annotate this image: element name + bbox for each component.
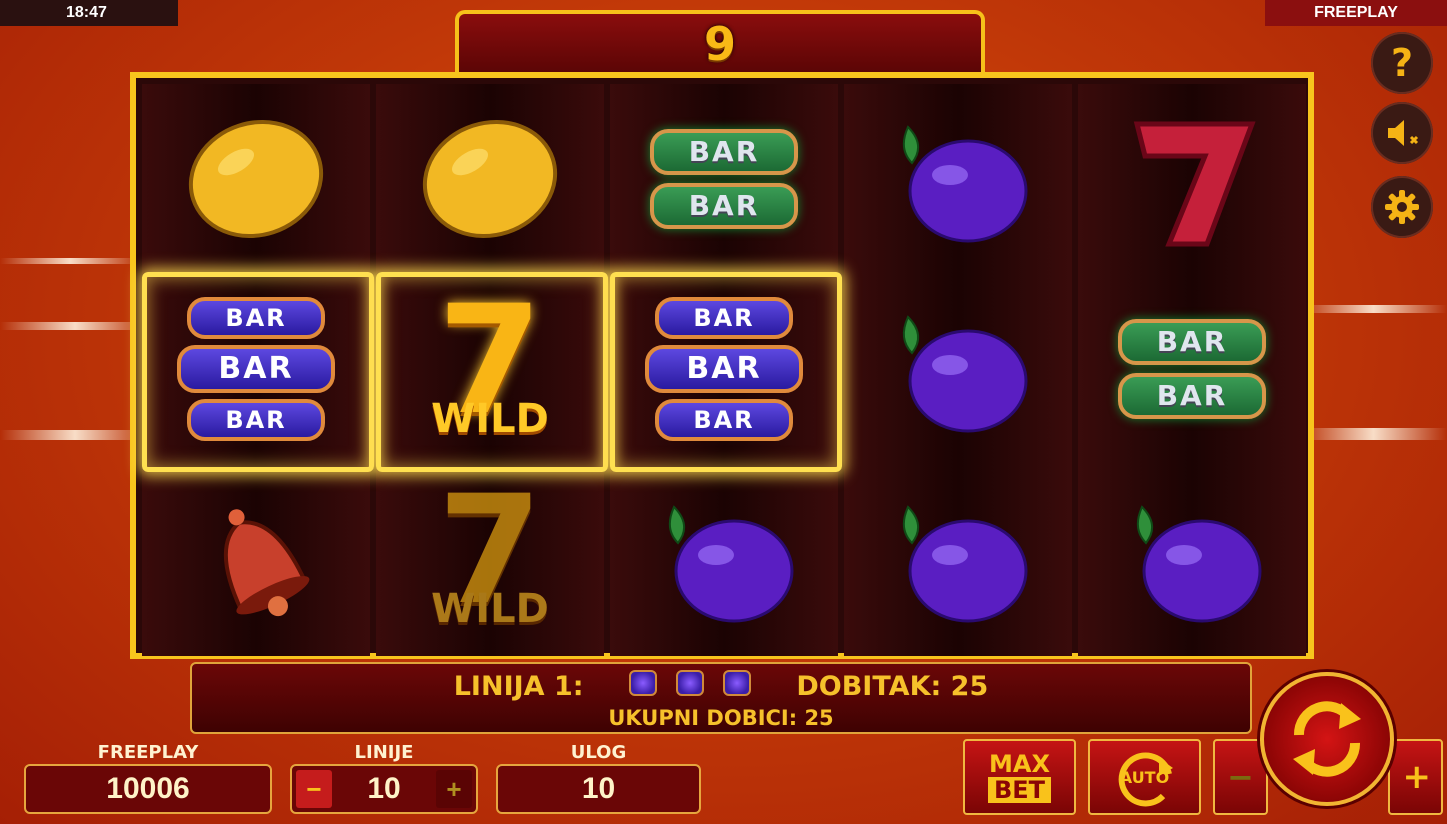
light-streak xyxy=(1300,428,1447,440)
spin-arrows-icon xyxy=(1293,701,1361,777)
line-label: LINIJA 1: xyxy=(453,670,584,702)
win-highlight xyxy=(376,272,608,472)
light-streak xyxy=(0,258,140,264)
symbol-lemon xyxy=(142,84,370,274)
max-bet-bottom: BET xyxy=(987,777,1052,803)
help-button[interactable]: ? xyxy=(1371,32,1433,94)
gear-icon xyxy=(1385,190,1419,224)
help-icon: ? xyxy=(1390,41,1414,85)
win-highlight xyxy=(610,272,842,472)
speaker-muted-icon xyxy=(1388,120,1419,146)
symbol-plum xyxy=(610,464,838,654)
symbol-plum xyxy=(844,84,1072,274)
lines-field: − 10 + xyxy=(290,764,478,814)
symbol-bell xyxy=(142,464,370,654)
free-spin-counter: 9 xyxy=(455,10,985,74)
plum-icon xyxy=(668,505,794,623)
sound-button[interactable] xyxy=(1371,102,1433,164)
lines-value: 10 xyxy=(367,772,401,805)
bar-label: BAR xyxy=(1118,319,1266,365)
max-bet-button[interactable]: MAX BET xyxy=(963,739,1076,815)
symbol-lemon xyxy=(376,84,604,274)
plum-icon xyxy=(902,315,1028,433)
win-highlight xyxy=(142,272,374,472)
win-amount: DOBITAK: 25 xyxy=(796,670,989,702)
lines-plus-button[interactable]: + xyxy=(436,770,472,808)
light-streak xyxy=(0,430,150,440)
plum-icon xyxy=(902,505,1028,623)
mini-bar-icon xyxy=(675,669,704,696)
settings-button[interactable] xyxy=(1371,176,1433,238)
lines-minus-button[interactable]: − xyxy=(296,770,332,808)
mini-bar-icon xyxy=(628,669,657,696)
total-wins: UKUPNI DOBICI: 25 xyxy=(608,706,834,730)
max-bet-top: MAX xyxy=(989,750,1050,778)
lemon-icon xyxy=(422,119,558,239)
freeplay-label: FREEPLAY xyxy=(97,742,199,763)
symbol-bar-double: BAR BAR xyxy=(1078,274,1306,464)
auto-button[interactable]: AUTO xyxy=(1088,739,1201,815)
plum-icon xyxy=(1136,505,1262,623)
bell-icon xyxy=(223,509,310,617)
clock: 18:47 xyxy=(0,0,178,26)
lines-label: LINIJE xyxy=(354,742,414,763)
win-info-panel: LINIJA 1: DOBITAK: 25 UKUPNI DOBICI: 25 xyxy=(190,662,1252,734)
symbol-bar-double: BAR BAR xyxy=(610,84,838,274)
bar-label: BAR xyxy=(1118,373,1266,419)
light-streak xyxy=(1300,305,1447,313)
mode-badge: FREEPLAY xyxy=(1265,0,1447,26)
bar-label: BAR xyxy=(650,129,798,175)
symbol-plum xyxy=(844,274,1072,464)
counter-value: 9 xyxy=(703,17,736,71)
lemon-icon xyxy=(188,119,324,239)
spin-button[interactable] xyxy=(1260,672,1394,806)
bet-minus-button[interactable]: − xyxy=(1213,739,1268,815)
bar-label: BAR xyxy=(650,183,798,229)
seven-icon xyxy=(1133,121,1256,247)
freeplay-balance: 10006 xyxy=(24,764,272,814)
reel-board: BAR BAR BAR BAR BAR 7 WILD BAR BAR BAR B… xyxy=(130,72,1314,659)
plum-icon xyxy=(902,125,1028,243)
light-streak xyxy=(0,322,150,330)
bet-plus-button[interactable]: + xyxy=(1388,739,1443,815)
mini-bar-icon xyxy=(723,669,752,696)
line-symbols xyxy=(624,669,757,703)
symbol-plum xyxy=(844,464,1072,654)
symbol-seven-wild: 7 WILD xyxy=(376,464,604,654)
symbol-seven-red xyxy=(1078,84,1306,274)
auto-label: AUTO xyxy=(1119,767,1170,787)
bet-label: ULOG xyxy=(570,742,627,763)
wild-label: WILD xyxy=(431,586,549,632)
bet-value: 10 xyxy=(496,764,701,814)
symbol-plum xyxy=(1078,464,1306,654)
